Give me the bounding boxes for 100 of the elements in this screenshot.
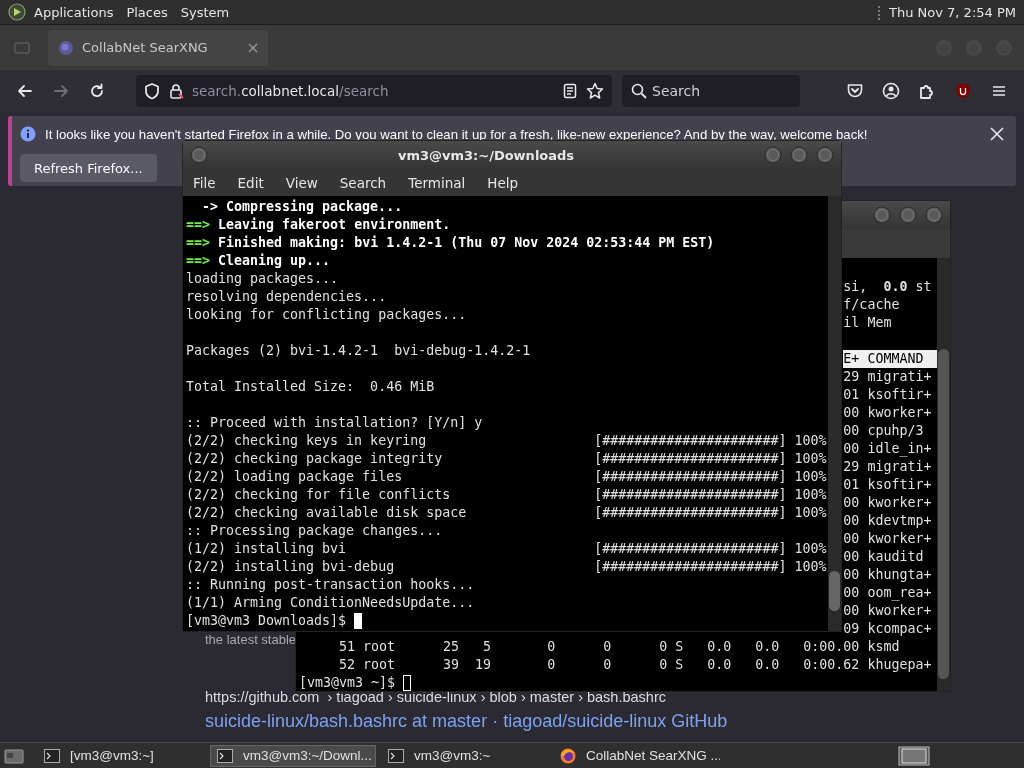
clock[interactable]: Thu Nov 7, 2:54 PM	[889, 4, 1016, 20]
tab-list-icon	[14, 40, 30, 55]
progress-bar-text: [######################]	[594, 432, 787, 450]
terminal-line: (2/2) loading package files	[186, 468, 404, 486]
pocket-icon[interactable]	[846, 82, 864, 100]
taskbar-item[interactable]: [vm3@vm3:~]	[38, 744, 204, 767]
terminal-icon	[388, 748, 404, 763]
terminal-line: ==> Finished making: bvi 1.4.2-1 (Thu 07 Nov 2024 02:53:44 PM EST)	[186, 234, 715, 252]
taskbar-item[interactable]: vm3@vm3:~	[382, 744, 548, 767]
terminal-line: 00 oom_rea+	[843, 584, 932, 602]
window-control-icon[interactable]	[763, 145, 783, 165]
terminal-line: Total Installed Size: 0.46 MiB	[186, 378, 435, 396]
terminal-line: ==> Cleaning up...	[186, 252, 331, 270]
panel-handle-icon	[877, 4, 881, 20]
terminal-line: :: Running post-transaction hooks...	[186, 576, 475, 594]
terminal-line: Packages (2) bvi-1.4.2-1 bvi-debug-1.4.2-1	[186, 342, 531, 360]
menu-item[interactable]: Edit	[237, 174, 264, 191]
terminal-line: (2/2) checking available disk space	[186, 504, 468, 522]
panel-menu[interactable]: System	[180, 4, 230, 20]
menu-item[interactable]: Terminal	[408, 174, 466, 191]
terminal-line: il Mem	[843, 314, 892, 332]
workspace-switcher-icon[interactable]	[898, 745, 930, 766]
terminal-line: 00 kworker+	[843, 530, 932, 548]
star-icon[interactable]	[586, 82, 604, 100]
result-snippet: the latest stable	[205, 632, 297, 647]
window-control-icon[interactable]	[872, 205, 892, 225]
reader-view-icon[interactable]	[562, 83, 578, 99]
info-icon	[20, 126, 36, 142]
terminal-line: si, 0.0 st	[843, 278, 932, 296]
terminal-line: 00 kworker+	[843, 404, 932, 422]
close-icon[interactable]	[248, 42, 258, 53]
terminal-line: 00 kdevtmp+	[843, 512, 932, 530]
panel-menu[interactable]: Applications	[34, 4, 114, 20]
shell-prompt: [vm3@vm3 Downloads]$	[186, 612, 347, 630]
shield-icon	[144, 82, 160, 100]
account-icon[interactable]	[882, 82, 900, 100]
percent-text: 100%	[794, 540, 827, 558]
terminal-line: 51 root 25 5 0 0 0 S 0.0 0.0 0:00.00 ksmd	[338, 638, 900, 656]
window-control-icon[interactable]	[815, 145, 835, 165]
tab-title: CollabNet SearXNG	[82, 40, 209, 55]
percent-text: 100%	[794, 468, 827, 486]
browser-icon	[560, 747, 576, 764]
terminal-line: (2/2) checking for file conflicts	[186, 486, 452, 504]
terminal-line: 01 ksoftir+	[843, 476, 932, 494]
url-text: search.collabnet.local/search	[192, 83, 389, 99]
search-field[interactable]: Search	[622, 75, 800, 107]
taskbar-item[interactable]: vm3@vm3:~/Downl...	[210, 744, 376, 767]
terminal-line: -> Compressing package...	[202, 198, 403, 216]
lock-icon	[168, 82, 184, 100]
taskbar-item[interactable]: CollabNet SearXNG ...	[554, 744, 720, 767]
progress-bar-text: [######################]	[594, 504, 787, 522]
progress-bar-text: [######################]	[594, 450, 787, 468]
site-icon	[58, 39, 74, 56]
puzzle-icon[interactable]	[918, 82, 936, 100]
terminal-line: (1/2) installing bvi	[186, 540, 348, 558]
distro-logo-icon	[8, 3, 26, 21]
address-field[interactable]: search.collabnet.local/search	[136, 75, 612, 107]
terminal-line: 01 ksoftir+	[843, 386, 932, 404]
scrollbar[interactable]	[828, 196, 841, 631]
terminal-line: 29 migrati+	[843, 458, 932, 476]
progress-bar-text: [######################]	[594, 486, 787, 504]
panel-menu[interactable]: Places	[126, 4, 168, 20]
menu-item[interactable]: Search	[339, 174, 387, 191]
window-control-icon[interactable]	[898, 205, 918, 225]
percent-text: 100%	[794, 450, 827, 468]
terminal-line: 00 idle_in+	[843, 440, 932, 458]
window-title: vm3@vm3:~/Downloads	[397, 147, 575, 163]
window-control-icon[interactable]	[189, 145, 209, 165]
scrollbar[interactable]	[937, 258, 950, 691]
terminal-line: 00 khungta+	[843, 566, 932, 584]
show-desktop-icon[interactable]	[4, 746, 24, 765]
window-control-icon[interactable]	[789, 145, 809, 165]
terminal-line: :: Proceed with installation? [Y/n] y	[186, 414, 483, 432]
terminal-line: (2/2) checking keys in keyring	[186, 432, 428, 450]
terminal-line: resolving dependencies...	[186, 288, 387, 306]
terminal-line: 00 cpuhp/3	[843, 422, 924, 440]
terminal-icon	[44, 748, 60, 763]
menu-item[interactable]: File	[193, 174, 216, 191]
column-header: E+ COMMAND	[843, 350, 937, 368]
percent-text: 100%	[794, 432, 827, 450]
terminal-line: 00 kauditd	[843, 548, 924, 566]
menu-item[interactable]: Help	[487, 174, 519, 191]
progress-bar-text: [######################]	[594, 540, 787, 558]
menu-item[interactable]: View	[285, 174, 318, 191]
back-icon[interactable]	[16, 82, 34, 100]
window-control-icon[interactable]	[924, 205, 944, 225]
terminal-line: loading packages...	[186, 270, 339, 288]
terminal-line: looking for conflicting packages...	[186, 306, 467, 324]
terminal-line: :: Processing package changes...	[186, 522, 443, 540]
terminal-line: f/cache	[843, 296, 900, 314]
browser-tab[interactable]: CollabNet SearXNG	[48, 29, 268, 66]
terminal-line: (2/2) installing bvi-debug	[186, 558, 396, 576]
result-link[interactable]: suicide-linux/bash.bashrc at master · tiagoad/suicide-linux GitHub	[205, 711, 728, 732]
ublock-icon[interactable]	[954, 82, 972, 100]
result-url: https://github.com › tiagoad › suicide-linux › blob › master › bash.bashrc	[205, 689, 666, 705]
terminal-line: ==> Leaving fakeroot environment.	[186, 216, 451, 234]
reload-icon[interactable]	[88, 82, 106, 100]
terminal-line: (2/2) checking package integrity	[186, 450, 444, 468]
progress-bar-text: [######################]	[594, 558, 787, 576]
refresh-button[interactable]: Refresh Firefox...	[20, 154, 157, 182]
